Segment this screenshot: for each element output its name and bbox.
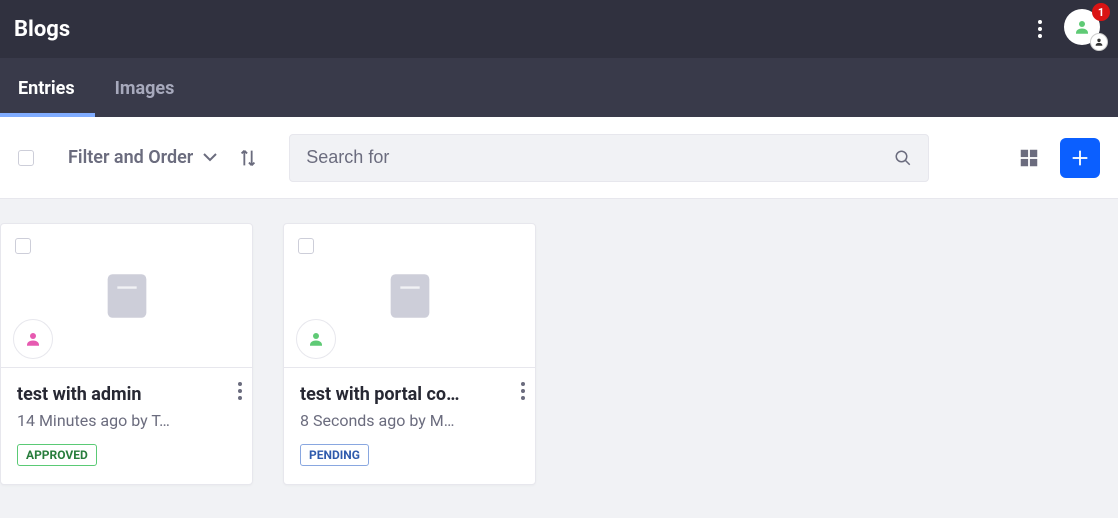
card-actions-menu[interactable] (521, 382, 525, 400)
user-avatar[interactable]: 1 (1064, 9, 1104, 49)
card-body: test with portal co… 8 Seconds ago by M…… (284, 368, 535, 484)
search-field[interactable] (289, 134, 929, 182)
card-title: test with portal co… (300, 384, 519, 405)
document-icon (98, 267, 156, 325)
user-small-icon (1094, 37, 1104, 47)
entry-card[interactable]: test with portal co… 8 Seconds ago by M…… (283, 223, 536, 485)
select-all-checkbox[interactable] (18, 150, 34, 166)
author-avatar (296, 319, 336, 359)
entries-grid: test with admin 14 Minutes ago by T… APP… (0, 199, 1118, 509)
add-button[interactable] (1060, 138, 1100, 178)
search-input[interactable] (306, 147, 894, 168)
card-checkbox[interactable] (15, 238, 31, 254)
notification-badge: 1 (1092, 3, 1110, 21)
ellipsis-vertical-icon (1038, 20, 1042, 38)
plus-icon (1069, 147, 1091, 169)
user-icon (24, 330, 42, 348)
status-badge: PENDING (300, 444, 369, 466)
page-title: Blogs (14, 17, 70, 42)
document-icon (381, 267, 439, 325)
sort-arrows-icon (237, 147, 259, 169)
app-header: Blogs 1 (0, 0, 1118, 58)
status-badge: APPROVED (17, 444, 97, 466)
card-checkbox[interactable] (298, 238, 314, 254)
avatar-sub (1090, 33, 1108, 51)
grid-view-icon (1018, 147, 1040, 169)
card-preview (284, 224, 535, 368)
view-mode-button[interactable] (1018, 147, 1040, 169)
filter-label: Filter and Order (68, 147, 193, 168)
tabbar: Entries Images (0, 58, 1118, 117)
sort-direction-button[interactable] (237, 147, 259, 169)
ellipsis-vertical-icon (238, 382, 242, 400)
caret-down-icon (203, 153, 217, 163)
card-subtitle: 8 Seconds ago by M… (300, 411, 519, 430)
tab-images[interactable]: Images (115, 60, 175, 117)
tab-entries[interactable]: Entries (18, 60, 75, 117)
user-icon (1073, 18, 1091, 36)
card-subtitle: 14 Minutes ago by T… (17, 411, 236, 430)
card-title: test with admin (17, 384, 236, 405)
entry-card[interactable]: test with admin 14 Minutes ago by T… APP… (0, 223, 253, 485)
search-icon (894, 149, 912, 167)
header-overflow-menu[interactable] (1032, 14, 1048, 44)
user-icon (307, 330, 325, 348)
header-actions: 1 (1032, 9, 1104, 49)
author-avatar (13, 319, 53, 359)
toolbar: Filter and Order (0, 117, 1118, 199)
card-preview (1, 224, 252, 368)
ellipsis-vertical-icon (521, 382, 525, 400)
filter-and-order-dropdown[interactable]: Filter and Order (68, 147, 217, 168)
card-actions-menu[interactable] (238, 382, 242, 400)
card-body: test with admin 14 Minutes ago by T… APP… (1, 368, 252, 484)
